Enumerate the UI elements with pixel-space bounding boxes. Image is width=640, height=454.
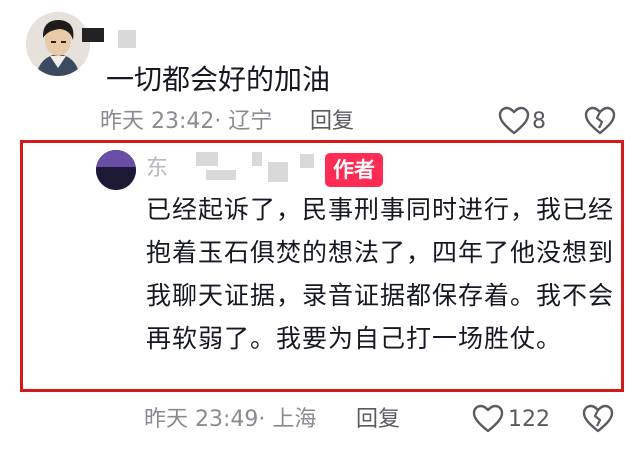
author-badge: 作者 bbox=[325, 153, 383, 187]
comment-timestamp: 昨天 23:42 bbox=[100, 109, 215, 134]
reply-text: 已经起诉了，民事刑事同时进行，我已经抱着玉石俱焚的想法了，四年了他没想到我聊天证… bbox=[146, 195, 615, 353]
username-censor-block bbox=[118, 30, 136, 48]
username-censor-block bbox=[300, 154, 314, 168]
username-censor-block bbox=[268, 162, 288, 182]
username-censor-block bbox=[82, 28, 104, 42]
comment-meta: 昨天 23:42· 辽宁 bbox=[100, 108, 272, 136]
reply-like-count: 122 bbox=[508, 407, 550, 432]
heart-outline-icon bbox=[472, 404, 504, 433]
broken-heart-icon bbox=[584, 106, 616, 135]
reply-timestamp: 昨天 23:49 bbox=[144, 407, 259, 432]
reply-location: · 上海 bbox=[258, 407, 317, 432]
comment-location: · 辽宁 bbox=[214, 109, 273, 134]
reply-like-button[interactable] bbox=[472, 404, 504, 438]
heart-outline-icon bbox=[498, 106, 530, 135]
comment-text: 一切都会好的加油 bbox=[106, 63, 331, 96]
reply-meta: 昨天 23:49· 上海 bbox=[144, 406, 316, 434]
author-avatar[interactable] bbox=[96, 150, 136, 190]
commenter-avatar[interactable] bbox=[26, 12, 90, 76]
username-censor-block bbox=[196, 152, 218, 166]
username-censor-block bbox=[206, 170, 236, 180]
comment-dislike-button[interactable] bbox=[584, 106, 616, 140]
author-username[interactable]: 东 bbox=[146, 155, 168, 183]
username-censor-block bbox=[252, 152, 262, 166]
reply-dislike-button[interactable] bbox=[582, 404, 614, 438]
reply-reply-button[interactable]: 回复 bbox=[356, 406, 400, 434]
comment-reply-button[interactable]: 回复 bbox=[310, 108, 354, 136]
broken-heart-icon bbox=[582, 404, 614, 433]
comment-like-count: 8 bbox=[532, 109, 546, 134]
comment-like-button[interactable] bbox=[498, 106, 530, 140]
